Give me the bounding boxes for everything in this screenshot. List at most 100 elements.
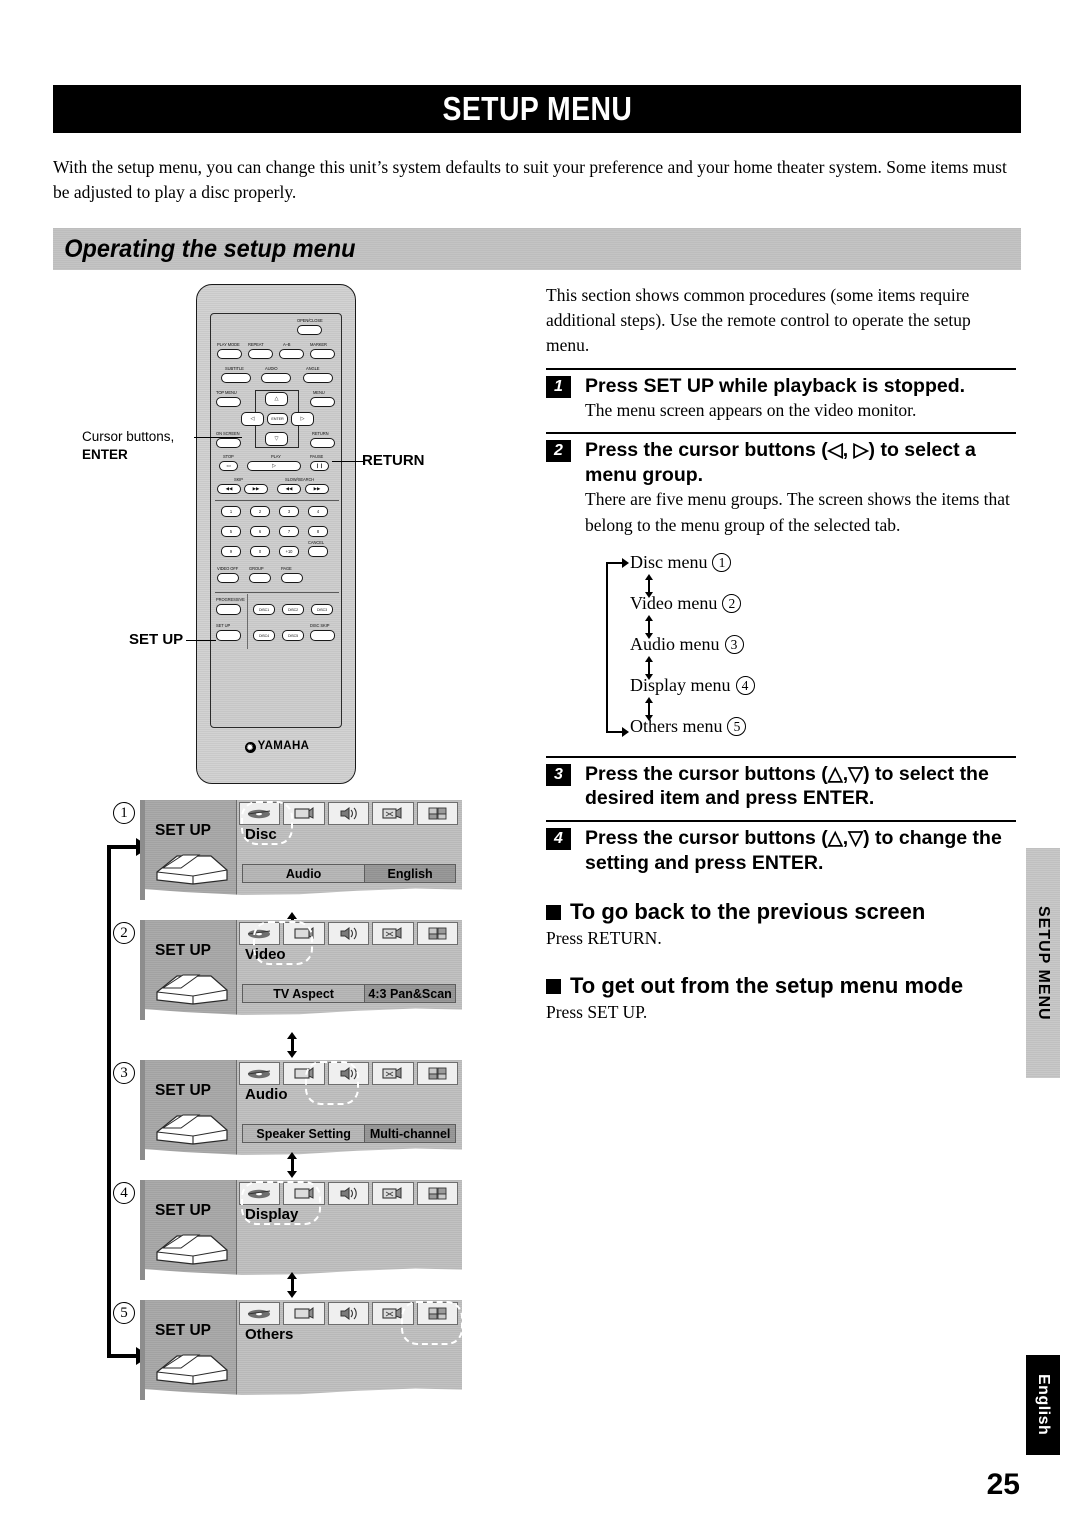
remote-button-pause[interactable]: ❙❙ (310, 461, 329, 471)
tab-disc-4[interactable] (238, 1182, 281, 1205)
tab-video-4[interactable] (283, 1182, 325, 1205)
remote-button-group[interactable] (249, 573, 271, 583)
remote-button-play[interactable]: ▷ (247, 461, 301, 471)
remote-button-cancel[interactable] (308, 546, 328, 557)
tab-video-1[interactable] (283, 802, 325, 825)
remote-button-page[interactable] (281, 573, 303, 583)
remote-button-enter[interactable]: ENTER (267, 413, 288, 425)
remote-button-cursor-right[interactable]: ▷ (291, 412, 314, 426)
tab-display-1[interactable] (372, 802, 414, 825)
mockup-item-key-2[interactable]: TV Aspect (242, 984, 366, 1003)
tab-video-3[interactable] (283, 1062, 325, 1085)
remote-label-pause: PAUSE (310, 454, 324, 459)
tab-others-5[interactable] (416, 1302, 459, 1325)
tab-display-3[interactable] (372, 1062, 414, 1085)
tab-disc-1[interactable] (238, 802, 281, 825)
tab-disc-3[interactable] (238, 1062, 281, 1085)
remote-button-disc3[interactable]: DISC3 (311, 604, 333, 615)
mockup-item-value-1[interactable]: English (365, 864, 456, 883)
remote-button-skip-next[interactable]: ▶▶ (244, 484, 268, 494)
remote-button-num-7[interactable]: 7 (279, 526, 299, 537)
mockup-group-label-3: Audio (245, 1086, 288, 1103)
remote-button-play-mode[interactable] (217, 349, 242, 359)
tab-others-3[interactable] (416, 1062, 459, 1085)
remote-button-cursor-up[interactable]: △ (265, 392, 288, 406)
mockup-tabbar-1 (237, 802, 460, 825)
remote-button-slow-search-fwd[interactable]: ▶▶ (305, 484, 329, 494)
remote-divider-2 (215, 592, 339, 593)
tab-others-1[interactable] (416, 802, 459, 825)
remote-button-disc4[interactable]: DISC4 (253, 630, 275, 641)
remote-button-disc5[interactable]: DISC5 (282, 630, 304, 641)
remote-button-num-8[interactable]: 8 (308, 526, 328, 537)
tab-audio-5[interactable] (327, 1302, 370, 1325)
remote-button-num-9[interactable]: 9 (221, 546, 241, 557)
remote-button-plus-ten[interactable]: +10 (279, 546, 299, 557)
remote-button-num-5[interactable]: 5 (221, 526, 241, 537)
tab-audio-2[interactable] (327, 922, 370, 945)
mockup-item-value-2[interactable]: 4:3 Pan&Scan (365, 984, 456, 1003)
remote-button-cursor-left[interactable]: ◁ (241, 412, 264, 426)
mockup-item-value-3[interactable]: Multi-channel (365, 1124, 456, 1143)
remote-button-open-close[interactable] (297, 325, 322, 335)
remote-label-disc2: DISC2 (287, 607, 299, 612)
remote-button-return[interactable] (310, 438, 335, 448)
tab-disc-5[interactable] (238, 1302, 281, 1325)
remote-button-num-2[interactable]: 2 (250, 506, 270, 517)
remote-button-disc1[interactable]: DISC1 (253, 604, 275, 615)
tab-audio-4[interactable] (327, 1182, 370, 1205)
remote-button-top-menu[interactable] (216, 397, 241, 407)
remote-button-video-off[interactable] (217, 573, 239, 583)
step-4-heading: Press the cursor buttons (△,▽) to change… (585, 826, 1002, 874)
remote-body: OPEN/CLOSE PLAY MODE REPEAT A–B MARKER S… (196, 284, 356, 784)
remote-button-a-b[interactable] (279, 349, 304, 359)
remote-button-subtitle[interactable] (221, 373, 251, 383)
tab-others-4[interactable] (416, 1182, 459, 1205)
note-body-exit-setup: Press SET UP. (546, 1002, 648, 1023)
tab-display-4[interactable] (372, 1182, 414, 1205)
tab-video-2[interactable] (283, 922, 325, 945)
tab-display-5[interactable] (372, 1302, 414, 1325)
side-tab-setup-menu-label: SETUP MENU (1035, 905, 1052, 1021)
section-title: Operating the setup menu (64, 234, 356, 263)
remote-button-progressive[interactable] (216, 604, 241, 615)
remote-button-cursor-down[interactable]: ▽ (265, 432, 288, 446)
remote-button-num-4[interactable]: 4 (308, 506, 328, 517)
remote-label-repeat: REPEAT (248, 342, 264, 347)
remote-label-slow-search: SLOW/SEARCH (285, 477, 315, 482)
remote-button-num-3[interactable]: 3 (279, 506, 299, 517)
remote-button-stop[interactable]: ▭ (219, 461, 238, 471)
tab-disc-2[interactable] (238, 922, 281, 945)
mockup-item-key-1[interactable]: Audio (242, 864, 366, 883)
tab-others-2[interactable] (416, 922, 459, 945)
tab-display-2[interactable] (372, 922, 414, 945)
remote-button-num-0[interactable]: 0 (250, 546, 270, 557)
remote-button-set-up[interactable] (216, 630, 241, 641)
menu-group-chain: Disc menu 1 Video menu 2 Audio menu 3 Displ… (606, 552, 906, 738)
chain-row-video: Video menu 2 (606, 593, 906, 639)
remote-label-on-screen: ON SCREEN (216, 431, 240, 436)
remote-button-angle[interactable] (303, 373, 333, 383)
mockup-screen-display: SET UP Display (140, 1180, 467, 1285)
remote-button-num-1[interactable]: 1 (221, 506, 241, 517)
remote-button-slow-search-rev[interactable]: ◀◀ (277, 484, 301, 494)
remote-button-menu[interactable] (310, 397, 335, 407)
remote-button-disc-skip[interactable] (310, 630, 335, 641)
mockup-item-key-3[interactable]: Speaker Setting (242, 1124, 366, 1143)
chain-label-display: Display menu 4 (630, 675, 755, 696)
remote-button-on-screen[interactable] (216, 438, 241, 448)
remote-label-cancel: CANCEL (308, 540, 325, 545)
remote-button-audio[interactable] (261, 373, 291, 383)
remote-button-skip-prev[interactable]: ◀◀ (217, 484, 241, 494)
others-tab-icon (428, 927, 447, 940)
tab-audio-3[interactable] (327, 1062, 370, 1085)
remote-button-marker[interactable] (310, 349, 335, 359)
disc-stack-icon-2 (156, 974, 228, 1005)
tab-audio-1[interactable] (327, 802, 370, 825)
remote-button-disc2[interactable]: DISC2 (282, 604, 304, 615)
remote-button-repeat[interactable] (248, 349, 273, 359)
pause-icon: ❙❙ (315, 463, 324, 469)
tab-video-5[interactable] (283, 1302, 325, 1325)
remote-label-disc1: DISC1 (258, 607, 270, 612)
remote-button-num-6[interactable]: 6 (250, 526, 270, 537)
